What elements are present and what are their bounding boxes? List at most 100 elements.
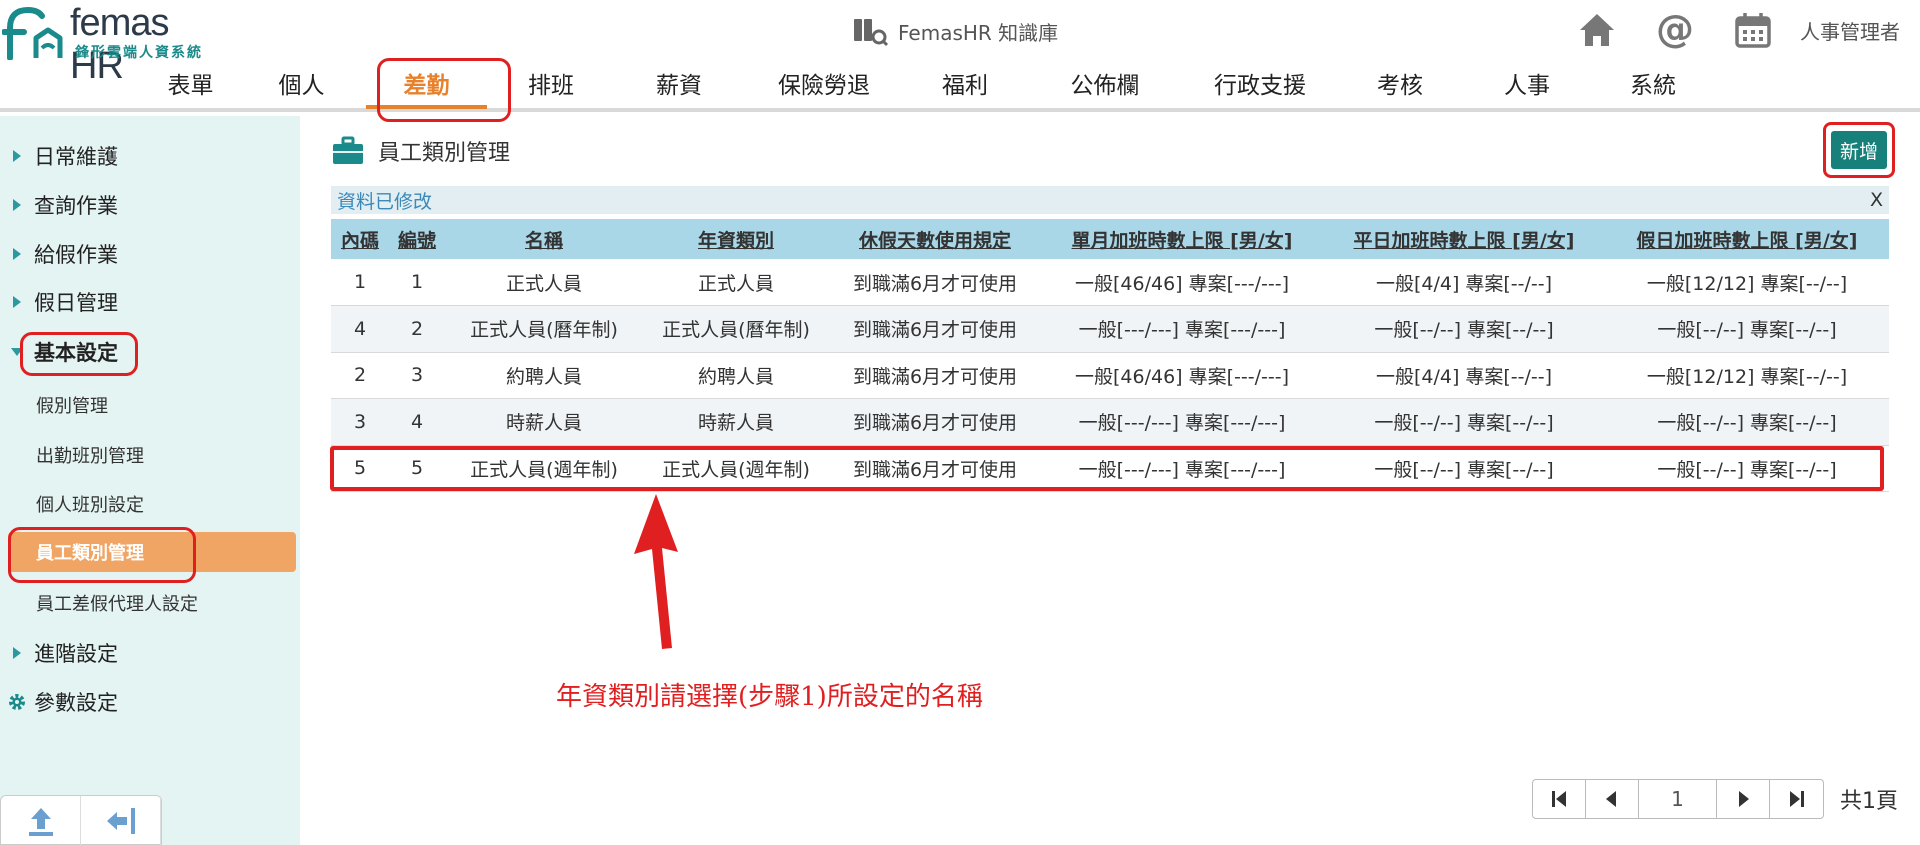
logo[interactable]: femas HR 鋒形雲端人資系統 bbox=[0, 2, 230, 87]
sidebar: 日常維護 查詢作業 給假作業 假日管理 基本設定 假別管理 出勤班別管理 個人班… bbox=[0, 116, 300, 845]
highlight-add-button bbox=[1823, 122, 1895, 178]
table-row[interactable]: 1 1 正式人員 正式人員 到職滿6月才可使用 一般[46/46] 專案[---… bbox=[331, 259, 1889, 306]
pagination: 1 共1頁 bbox=[1532, 779, 1898, 819]
pager-controls: 1 bbox=[1532, 779, 1824, 819]
table-row[interactable]: 4 2 正式人員(曆年制) 正式人員(曆年制) 到職滿6月才可使用 一般[---… bbox=[331, 305, 1889, 353]
upload-arrow-icon bbox=[28, 808, 53, 836]
caret-right-icon bbox=[0, 198, 34, 212]
next-page-button[interactable] bbox=[1717, 780, 1770, 818]
cell-holiday-ot: 一般[--/--] 專案[--/--] bbox=[1605, 398, 1889, 446]
notice-text: 資料已修改 bbox=[337, 190, 433, 213]
sidebar-item-leave-ops[interactable]: 給假作業 bbox=[0, 234, 300, 274]
sidebar-sub-leave-type[interactable]: 假別管理 bbox=[36, 385, 108, 425]
nav-item-system[interactable]: 系統 bbox=[1591, 64, 1715, 108]
col-header-name[interactable]: 名稱 bbox=[445, 219, 643, 259]
prev-page-button[interactable] bbox=[1586, 780, 1639, 818]
annotation-text: 年資類別請選擇(步驟1)所設定的名稱 bbox=[556, 682, 983, 712]
nav-item-review[interactable]: 考核 bbox=[1337, 64, 1463, 108]
last-page-icon bbox=[1789, 791, 1804, 807]
nav-item-forms[interactable]: 表單 bbox=[142, 64, 239, 108]
knowledge-base-label: FemasHR 知識庫 bbox=[898, 20, 1059, 45]
cell-monthly-ot: 一般[---/---] 專案[---/---] bbox=[1041, 398, 1323, 446]
col-header-monthly-ot[interactable]: 單月加班時數上限 [男/女] bbox=[1041, 219, 1323, 259]
cell-leave-rule: 到職滿6月才可使用 bbox=[829, 305, 1041, 353]
annotation-arrow bbox=[634, 494, 678, 649]
sidebar-item-query[interactable]: 查詢作業 bbox=[0, 185, 300, 225]
cell-seniority-type: 正式人員 bbox=[643, 259, 829, 306]
nav-item-welfare[interactable]: 福利 bbox=[903, 64, 1027, 108]
cell-weekday-ot: 一般[--/--] 專案[--/--] bbox=[1323, 305, 1605, 353]
user-name[interactable]: 人事管理者 bbox=[1800, 16, 1900, 45]
cell-name: 時薪人員 bbox=[445, 398, 643, 446]
col-header-number[interactable]: 編號 bbox=[389, 219, 445, 259]
page-title: 員工類別管理 bbox=[332, 134, 510, 168]
table-row[interactable]: 3 4 時薪人員 時薪人員 到職滿6月才可使用 一般[---/---] 專案[-… bbox=[331, 398, 1889, 446]
cell-monthly-ot: 一般[46/46] 專案[---/---] bbox=[1041, 352, 1323, 399]
col-header-seniority-type[interactable]: 年資類別 bbox=[643, 219, 829, 259]
highlight-sidebar-employee-category bbox=[8, 527, 196, 583]
knowledge-base-link[interactable]: FemasHR 知識庫 bbox=[852, 14, 1058, 48]
cell-internal-code: 3 bbox=[331, 398, 389, 446]
sidebar-item-label: 給假作業 bbox=[34, 243, 118, 267]
nav-item-personal[interactable]: 個人 bbox=[239, 64, 364, 108]
sidebar-bottom-tools bbox=[0, 795, 162, 845]
prev-page-icon bbox=[1606, 791, 1616, 807]
cell-seniority-type: 時薪人員 bbox=[643, 398, 829, 446]
cell-internal-code: 4 bbox=[331, 305, 389, 353]
page-title-text: 員工類別管理 bbox=[378, 141, 511, 166]
last-page-button[interactable] bbox=[1770, 780, 1823, 818]
col-header-internal-code[interactable]: 內碼 bbox=[331, 219, 389, 259]
cell-leave-rule: 到職滿6月才可使用 bbox=[829, 398, 1041, 446]
sidebar-item-holiday[interactable]: 假日管理 bbox=[0, 282, 300, 322]
cell-name: 正式人員 bbox=[445, 259, 643, 306]
sidebar-item-label: 查詢作業 bbox=[34, 194, 118, 218]
cell-weekday-ot: 一般[--/--] 專案[--/--] bbox=[1323, 398, 1605, 446]
cell-name: 正式人員(曆年制) bbox=[445, 305, 643, 353]
nav-item-hr[interactable]: 人事 bbox=[1463, 64, 1591, 108]
first-page-icon bbox=[1552, 791, 1566, 807]
sidebar-item-params[interactable]: 參數設定 bbox=[0, 682, 300, 722]
nav-item-admin-support[interactable]: 行政支援 bbox=[1183, 64, 1337, 108]
highlight-nav-attendance bbox=[377, 58, 511, 122]
scroll-top-button[interactable] bbox=[1, 796, 81, 845]
cell-leave-rule: 到職滿6月才可使用 bbox=[829, 352, 1041, 399]
home-button[interactable] bbox=[1558, 8, 1636, 52]
nav-item-salary[interactable]: 薪資 bbox=[613, 64, 745, 108]
cell-monthly-ot: 一般[---/---] 專案[---/---] bbox=[1041, 305, 1323, 353]
sidebar-item-label: 日常維護 bbox=[34, 145, 118, 169]
table-row[interactable]: 2 3 約聘人員 約聘人員 到職滿6月才可使用 一般[46/46] 專案[---… bbox=[331, 352, 1889, 399]
cell-number: 2 bbox=[389, 305, 445, 353]
nav-item-insurance[interactable]: 保險勞退 bbox=[745, 64, 903, 108]
calendar-button[interactable] bbox=[1714, 8, 1792, 52]
col-header-leave-rule[interactable]: 休假天數使用規定 bbox=[829, 219, 1041, 259]
cell-holiday-ot: 一般[12/12] 專案[--/--] bbox=[1605, 259, 1889, 306]
col-header-weekday-ot[interactable]: 平日加班時數上限 [男/女] bbox=[1323, 219, 1605, 259]
sidebar-sub-leave-agent[interactable]: 員工差假代理人設定 bbox=[36, 583, 198, 623]
sidebar-item-advanced[interactable]: 進階設定 bbox=[0, 633, 300, 673]
cell-number: 3 bbox=[389, 352, 445, 399]
caret-right-icon bbox=[0, 646, 34, 660]
sidebar-sub-personal-shift[interactable]: 個人班別設定 bbox=[36, 484, 144, 524]
calendar-icon bbox=[1735, 13, 1771, 48]
cell-number: 1 bbox=[389, 259, 445, 306]
briefcase-icon bbox=[333, 136, 363, 164]
sidebar-item-daily[interactable]: 日常維護 bbox=[0, 136, 300, 176]
femas-logo-icon bbox=[2, 6, 63, 60]
cell-seniority-type: 正式人員(曆年制) bbox=[643, 305, 829, 353]
nav-item-bulletin[interactable]: 公佈欄 bbox=[1027, 64, 1183, 108]
next-page-icon bbox=[1739, 791, 1749, 807]
cell-holiday-ot: 一般[12/12] 專案[--/--] bbox=[1605, 352, 1889, 399]
notice-close-button[interactable]: X bbox=[1870, 189, 1883, 211]
top-header: femas HR 鋒形雲端人資系統 FemasHR 知識庫 @ 人事管理者 表單… bbox=[0, 0, 1920, 112]
cell-holiday-ot: 一般[--/--] 專案[--/--] bbox=[1605, 305, 1889, 353]
first-page-button[interactable] bbox=[1533, 780, 1586, 818]
at-icon: @ bbox=[1656, 10, 1694, 50]
cell-name: 約聘人員 bbox=[445, 352, 643, 399]
collapse-sidebar-button[interactable] bbox=[81, 796, 161, 845]
sidebar-sub-shift-type[interactable]: 出勤班別管理 bbox=[36, 435, 144, 475]
message-button[interactable]: @ bbox=[1636, 8, 1714, 52]
total-pages: 共1頁 bbox=[1840, 789, 1898, 814]
page-number-input[interactable]: 1 bbox=[1639, 780, 1717, 818]
col-header-holiday-ot[interactable]: 假日加班時數上限 [男/女] bbox=[1605, 219, 1889, 259]
highlight-sidebar-basic bbox=[20, 332, 138, 376]
